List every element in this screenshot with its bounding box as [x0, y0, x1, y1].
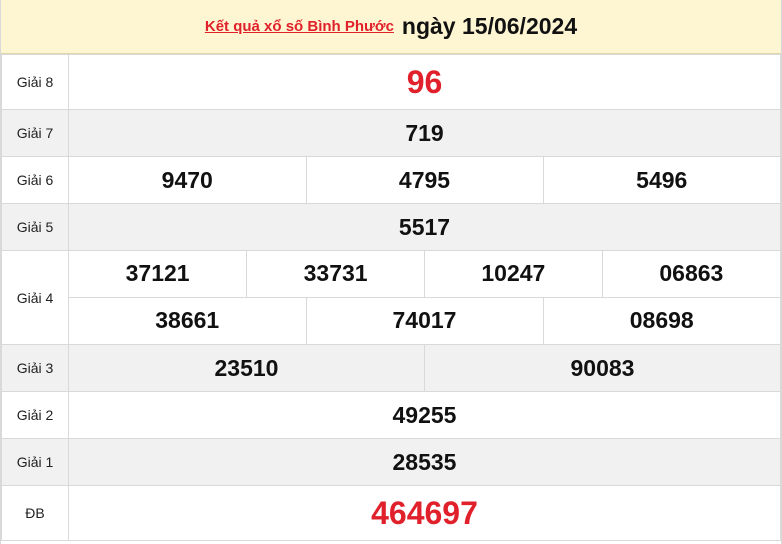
prize-label: Giải 1	[1, 438, 69, 486]
prize-number: 37121	[125, 260, 190, 287]
prize-number: 719	[68, 109, 781, 157]
prize-number: 23510	[69, 345, 425, 391]
prize-label: ĐB	[1, 485, 69, 541]
prize-label: Giải 8	[1, 54, 69, 110]
prize-number: 90083	[424, 345, 780, 391]
prize-label: Giải 7	[1, 109, 69, 157]
prize-number: 33731	[246, 251, 425, 297]
prize-row-g6: Giải 6 9470 4795 5496	[1, 156, 781, 204]
lottery-title-link[interactable]: Kết quả xổ số Bình Phước	[205, 18, 394, 35]
prize-number: 08698	[542, 296, 780, 344]
prize-label: Giải 2	[1, 391, 69, 439]
prize-number: 49255	[68, 391, 781, 439]
results-table: Giải 8 96 Giải 7 719 Giải 6 9470 4795 54…	[1, 54, 781, 541]
prize-label: Giải 4	[1, 250, 69, 345]
prize-number: 74017	[305, 296, 543, 344]
prize-row-g5: Giải 5 5517	[1, 203, 781, 251]
prize-number: 96	[68, 54, 781, 110]
prize-number: 5496	[542, 157, 780, 203]
results-panel: Kết quả xổ số Bình Phước ngày 15/06/2024…	[0, 0, 782, 544]
prize-row-g1: Giải 1 28535	[1, 438, 781, 486]
prize-number: 5517	[68, 203, 781, 251]
prize-number: 4795	[305, 157, 543, 203]
prize-number: 9470	[161, 166, 213, 193]
prize-number: 10247	[424, 251, 603, 297]
results-header: Kết quả xổ số Bình Phước ngày 15/06/2024	[1, 0, 781, 54]
prize-row-g2: Giải 2 49255	[1, 391, 781, 439]
prize-label: Giải 3	[1, 344, 69, 392]
prize-row-g8: Giải 8 96	[1, 54, 781, 110]
prize-row-g7: Giải 7 719	[1, 109, 781, 157]
prize-row-db: ĐB 464697	[1, 485, 781, 541]
prize-row-g3: Giải 3 23510 90083	[1, 344, 781, 392]
draw-date: ngày 15/06/2024	[401, 13, 578, 39]
prize-label: Giải 6	[1, 156, 69, 204]
prize-number: 28535	[68, 438, 781, 486]
prize-row-g4: Giải 4 37121 33731 10247 06863 38661 740…	[1, 250, 781, 345]
special-prize-number: 464697	[68, 485, 781, 541]
prize-number: 06863	[601, 251, 780, 297]
prize-label: Giải 5	[1, 203, 69, 251]
prize-number: 38661	[69, 296, 306, 344]
